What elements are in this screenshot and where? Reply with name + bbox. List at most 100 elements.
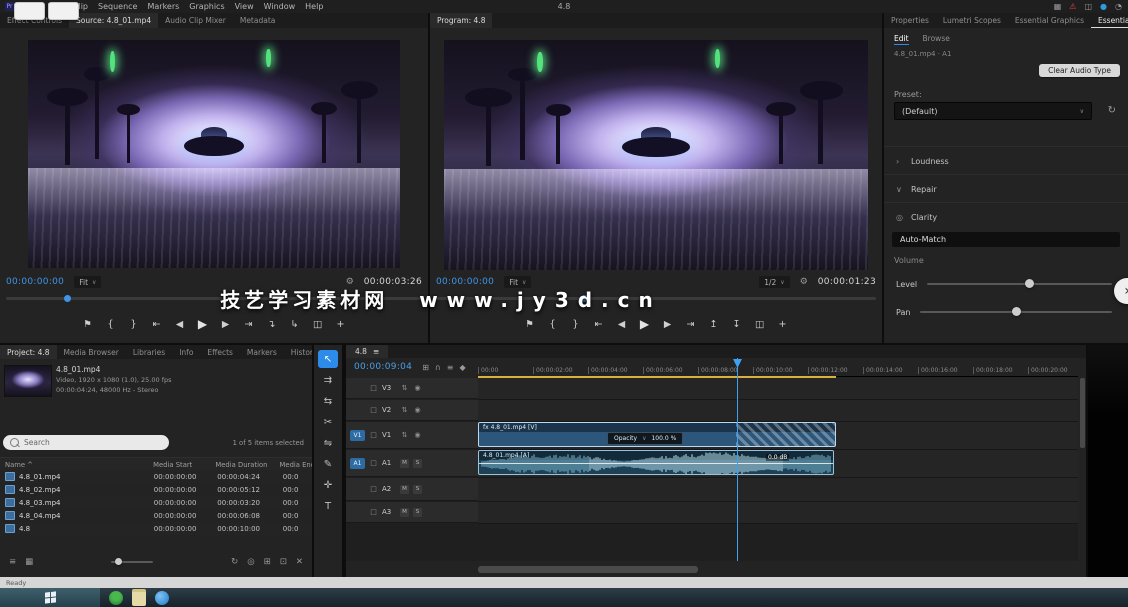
file-explorer-icon[interactable] xyxy=(132,589,146,606)
clear-audio-type-button[interactable]: Clear Audio Type xyxy=(1039,64,1120,77)
new-item-icon[interactable]: ⊡ xyxy=(280,557,287,567)
source-patch-v3[interactable] xyxy=(350,383,365,394)
export-frame-button[interactable]: ◫ xyxy=(753,319,767,330)
table-row[interactable]: 4.8_03.mp400:00:00:0000:00:03:2000:0 xyxy=(0,496,312,509)
track-header-v3[interactable]: □V3⇅◉ xyxy=(346,378,478,399)
track-lane-a3[interactable] xyxy=(478,502,1078,524)
table-row[interactable]: 4.800:00:00:0000:00:10:0000:0 xyxy=(0,522,312,535)
progress-icon[interactable]: ◔ xyxy=(1115,2,1122,11)
props-subtab-browse[interactable]: Browse xyxy=(923,34,950,45)
slip-tool[interactable]: ⇋ xyxy=(318,434,338,452)
go-to-in-button[interactable]: ⇤ xyxy=(592,319,606,330)
section-clarity[interactable]: ◎Clarity xyxy=(884,202,1128,231)
table-row[interactable]: 4.8_04.mp400:00:00:0000:00:06:0800:0 xyxy=(0,509,312,522)
props-subtab-edit[interactable]: Edit xyxy=(894,34,909,45)
automate-to-sequence-icon[interactable]: ↻ xyxy=(231,557,238,567)
auto-match-row[interactable]: Auto-Match xyxy=(892,232,1120,247)
track-select-tool[interactable]: ⇉ xyxy=(318,371,338,389)
add-marker-button[interactable]: ⚑ xyxy=(523,319,537,330)
timeline-timecode[interactable]: 00:00:09:04 xyxy=(354,362,412,372)
props-tab-essential-sound[interactable]: Essential Sound xyxy=(1091,13,1128,28)
menu-item-sequence[interactable]: Sequence xyxy=(93,2,142,11)
volume-rubber-band[interactable] xyxy=(479,463,833,464)
project-tab-markers[interactable]: Markers xyxy=(240,345,284,359)
start-button[interactable] xyxy=(0,588,100,607)
play-button[interactable]: ▶ xyxy=(638,317,652,331)
sync-lock-icon[interactable]: ⇅ xyxy=(400,406,409,414)
sync-lock-icon[interactable]: ⇅ xyxy=(400,431,409,439)
source-tab-source-4-8-01-mp4[interactable]: Source: 4.8_01.mp4 xyxy=(69,13,158,28)
track-header-v1[interactable]: V1□V1⇅◉ xyxy=(346,422,478,449)
vertical-scrollbar[interactable] xyxy=(1080,378,1085,448)
step-back-button[interactable]: ◀ xyxy=(615,319,629,330)
solo-toggle[interactable]: S xyxy=(413,485,422,494)
track-lane-a2[interactable] xyxy=(478,478,1078,502)
add-marker-icon[interactable]: ◆ xyxy=(459,363,465,372)
track-header-a1[interactable]: A1□A1MS xyxy=(346,450,478,477)
track-lane-v2[interactable] xyxy=(478,400,1078,422)
program-tab-program-4-8[interactable]: Program: 4.8 xyxy=(430,13,492,28)
source-patch-a2[interactable] xyxy=(350,484,365,495)
track-header-v2[interactable]: □V2⇅◉ xyxy=(346,400,478,421)
mute-toggle[interactable]: M xyxy=(400,508,409,517)
source-patch-v1[interactable]: V1 xyxy=(350,430,365,441)
snap-icon[interactable]: ∩ xyxy=(435,363,441,372)
section-repair[interactable]: ∨Repair xyxy=(884,174,1128,203)
lift-button[interactable]: ↥ xyxy=(707,319,721,330)
table-row[interactable]: 4.8_01.mp400:00:00:0000:00:04:2400:0 xyxy=(0,470,312,483)
insert-button[interactable]: ↴ xyxy=(265,319,279,330)
project-tab-info[interactable]: Info xyxy=(172,345,200,359)
source-tab-audio-clip-mixer[interactable]: Audio Clip Mixer xyxy=(158,13,233,28)
mark-out-button[interactable]: } xyxy=(569,319,583,330)
lock-icon[interactable]: □ xyxy=(369,431,378,439)
button-editor-button[interactable]: + xyxy=(776,319,790,330)
step-back-button[interactable]: ◀ xyxy=(173,319,187,330)
project-tab-project-4-8[interactable]: Project: 4.8 xyxy=(0,345,57,359)
preset-dropdown[interactable]: (Default) ∨ xyxy=(894,102,1092,120)
clip-thumbnail[interactable] xyxy=(4,365,52,397)
table-row[interactable]: 4.8_02.mp400:00:00:0000:00:05:1200:0 xyxy=(0,483,312,496)
menu-item-window[interactable]: Window xyxy=(259,2,301,11)
type-tool[interactable]: T xyxy=(318,497,338,515)
hand-tool[interactable]: ✛ xyxy=(318,476,338,494)
clear-icon[interactable]: ✕ xyxy=(296,557,303,567)
ripple-edit-tool[interactable]: ⇆ xyxy=(318,392,338,410)
lock-icon[interactable]: □ xyxy=(369,459,378,467)
mark-in-button[interactable]: { xyxy=(546,319,560,330)
mark-out-button[interactable]: } xyxy=(127,319,141,330)
column-header-media-start[interactable]: Media Start xyxy=(148,461,210,469)
source-patch-a1[interactable]: A1 xyxy=(350,458,365,469)
lock-icon[interactable]: □ xyxy=(369,406,378,414)
track-visibility-icon[interactable]: ◉ xyxy=(413,406,422,414)
slider-knob[interactable] xyxy=(1012,307,1021,316)
reset-icon[interactable]: ↻ xyxy=(1108,105,1116,116)
column-header-name[interactable]: Name ^ xyxy=(0,461,148,469)
slider-knob[interactable] xyxy=(1025,279,1034,288)
add-marker-button[interactable]: ⚑ xyxy=(81,319,95,330)
video-clip[interactable]: fx 4.8_01.mp4 [V]Opacity∨100.0 % xyxy=(478,422,836,447)
track-visibility-icon[interactable]: ◉ xyxy=(413,384,422,392)
project-tab-effects[interactable]: Effects xyxy=(200,345,240,359)
project-tab-media-browser[interactable]: Media Browser xyxy=(57,345,126,359)
selection-tool[interactable]: ↖ xyxy=(318,350,338,368)
menu-item-help[interactable]: Help xyxy=(300,2,328,11)
clip-effect-badge[interactable]: Opacity∨100.0 % xyxy=(607,432,683,445)
button-editor-button[interactable]: + xyxy=(334,319,348,330)
razor-tool[interactable]: ✂ xyxy=(318,413,338,431)
pen-tool[interactable]: ✎ xyxy=(318,455,338,473)
menu-item-markers[interactable]: Markers xyxy=(142,2,184,11)
column-header-media-end[interactable]: Media End xyxy=(275,461,312,469)
overwrite-button[interactable]: ↳ xyxy=(288,319,302,330)
zoom-knob[interactable] xyxy=(115,558,122,565)
props-tab-properties[interactable]: Properties xyxy=(884,13,936,28)
mute-toggle[interactable]: M xyxy=(400,485,409,494)
export-frame-button[interactable]: ◫ xyxy=(311,319,325,330)
mark-in-button[interactable]: { xyxy=(104,319,118,330)
horizontal-scrollbar[interactable] xyxy=(478,566,698,573)
track-visibility-icon[interactable]: ◉ xyxy=(413,431,422,439)
lock-icon[interactable]: □ xyxy=(369,508,378,516)
lock-icon[interactable]: □ xyxy=(369,485,378,493)
extract-button[interactable]: ↧ xyxy=(730,319,744,330)
track-lane-v1[interactable]: fx 4.8_01.mp4 [V]Opacity∨100.0 % xyxy=(478,422,1078,450)
go-to-in-button[interactable]: ⇤ xyxy=(150,319,164,330)
